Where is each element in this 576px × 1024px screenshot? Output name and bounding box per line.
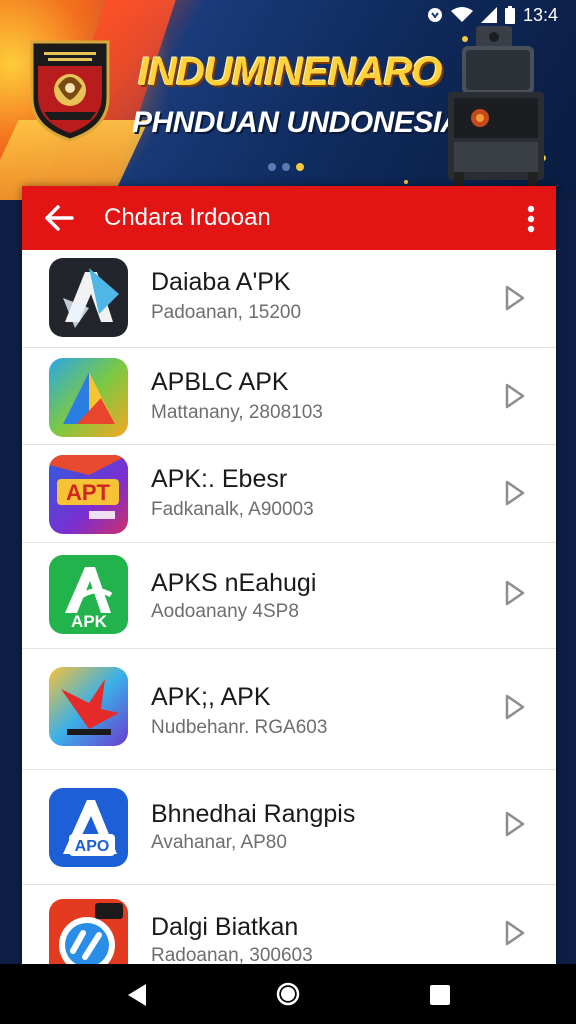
signal-icon [480, 7, 497, 23]
back-arrow-icon[interactable] [44, 204, 74, 232]
app-subtitle: Mattanany, 2808103 [151, 402, 323, 423]
kiosk-machine-icon [448, 26, 544, 194]
app-subtitle: Radoanan, 300603 [151, 945, 313, 966]
svg-text:APT: APT [66, 480, 111, 505]
app-icon-apt: APT [49, 455, 128, 534]
list-item[interactable]: Dalgi Biatkan Radoanan, 300603 [22, 885, 556, 966]
app-name: APK:. Ebesr [151, 465, 288, 493]
play-icon[interactable] [504, 579, 526, 607]
emblem-icon [30, 40, 110, 142]
promo-banner[interactable]: INDUMINENARO PHNDUAN UNDONESIA 13:4 [0, 0, 576, 200]
play-icon[interactable] [504, 479, 526, 507]
app-icon-red-bird [49, 667, 128, 746]
app-bar-title: Chdara Irdooan [104, 204, 271, 231]
app-subtitle: Avahanar, AP80 [151, 832, 287, 853]
app-subtitle: Fadkanalk, A90003 [151, 499, 314, 520]
app-list-card: Chdara Irdooan Daiaba A'PK Padoanan, 152… [22, 186, 556, 966]
svg-text:APO: APO [75, 838, 110, 855]
app-name: Dalgi Biatkan [151, 913, 299, 941]
nav-home-icon[interactable] [276, 982, 300, 1006]
play-icon[interactable] [504, 810, 526, 838]
list-item[interactable]: APO Bhnedhai Rangpis Avahanar, AP80 [22, 770, 556, 885]
banner-title: INDUMINENARO [138, 50, 443, 94]
carousel-dot-active[interactable] [296, 163, 304, 171]
status-time: 13:4 [522, 4, 558, 25]
app-name: APKS nEahugi [151, 569, 317, 597]
nav-recents-icon[interactable] [430, 985, 450, 1005]
app-subtitle: Aodoanany 4SP8 [151, 601, 299, 622]
list-item[interactable]: APBLC APK Mattanany, 2808103 [22, 348, 556, 445]
play-icon[interactable] [504, 919, 526, 947]
carousel-dot[interactable] [282, 163, 290, 171]
app-icon-dark-a [49, 258, 128, 337]
app-subtitle: Padoanan, 15200 [151, 302, 302, 323]
notification-icon [427, 8, 442, 22]
more-vert-icon[interactable] [526, 204, 536, 234]
app-bar: Chdara Irdooan [22, 186, 556, 250]
app-icon-rainbow-triangle [49, 358, 128, 437]
navigation-bar [0, 964, 576, 1024]
play-icon[interactable] [504, 693, 526, 721]
battery-icon [504, 6, 515, 24]
play-icon[interactable] [504, 382, 526, 410]
play-icon[interactable] [504, 284, 526, 312]
app-name: Bhnedhai Rangpis [151, 800, 356, 828]
list-item[interactable]: APK;, APK Nudbehanr. RGA603 [22, 649, 556, 770]
wifi-icon [450, 7, 473, 22]
app-subtitle: Nudbehanr. RGA603 [151, 717, 328, 738]
svg-text:APK: APK [71, 612, 108, 631]
app-name: Daiaba A'PK [151, 268, 291, 296]
status-bar: 13:4 [427, 4, 558, 26]
app-icon-green-apk: APK [49, 555, 128, 634]
sparkle-icon [404, 180, 408, 184]
app-icon-red-badge [49, 899, 128, 966]
app-name: APBLC APK [151, 368, 289, 396]
nav-back-icon[interactable] [127, 983, 147, 1007]
app-list: Daiaba A'PK Padoanan, 15200 APBLC APK Ma… [22, 250, 556, 966]
app-name: APK;, APK [151, 683, 271, 711]
list-item[interactable]: Daiaba A'PK Padoanan, 15200 [22, 250, 556, 348]
list-item[interactable]: APT APK:. Ebesr Fadkanalk, A90003 [22, 445, 556, 543]
list-item[interactable]: APK APKS nEahugi Aodoanany 4SP8 [22, 543, 556, 649]
banner-subtitle: PHNDUAN UNDONESIA [132, 106, 462, 139]
carousel-indicator [268, 163, 304, 171]
app-icon-blue-apo: APO [49, 788, 128, 867]
carousel-dot[interactable] [268, 163, 276, 171]
